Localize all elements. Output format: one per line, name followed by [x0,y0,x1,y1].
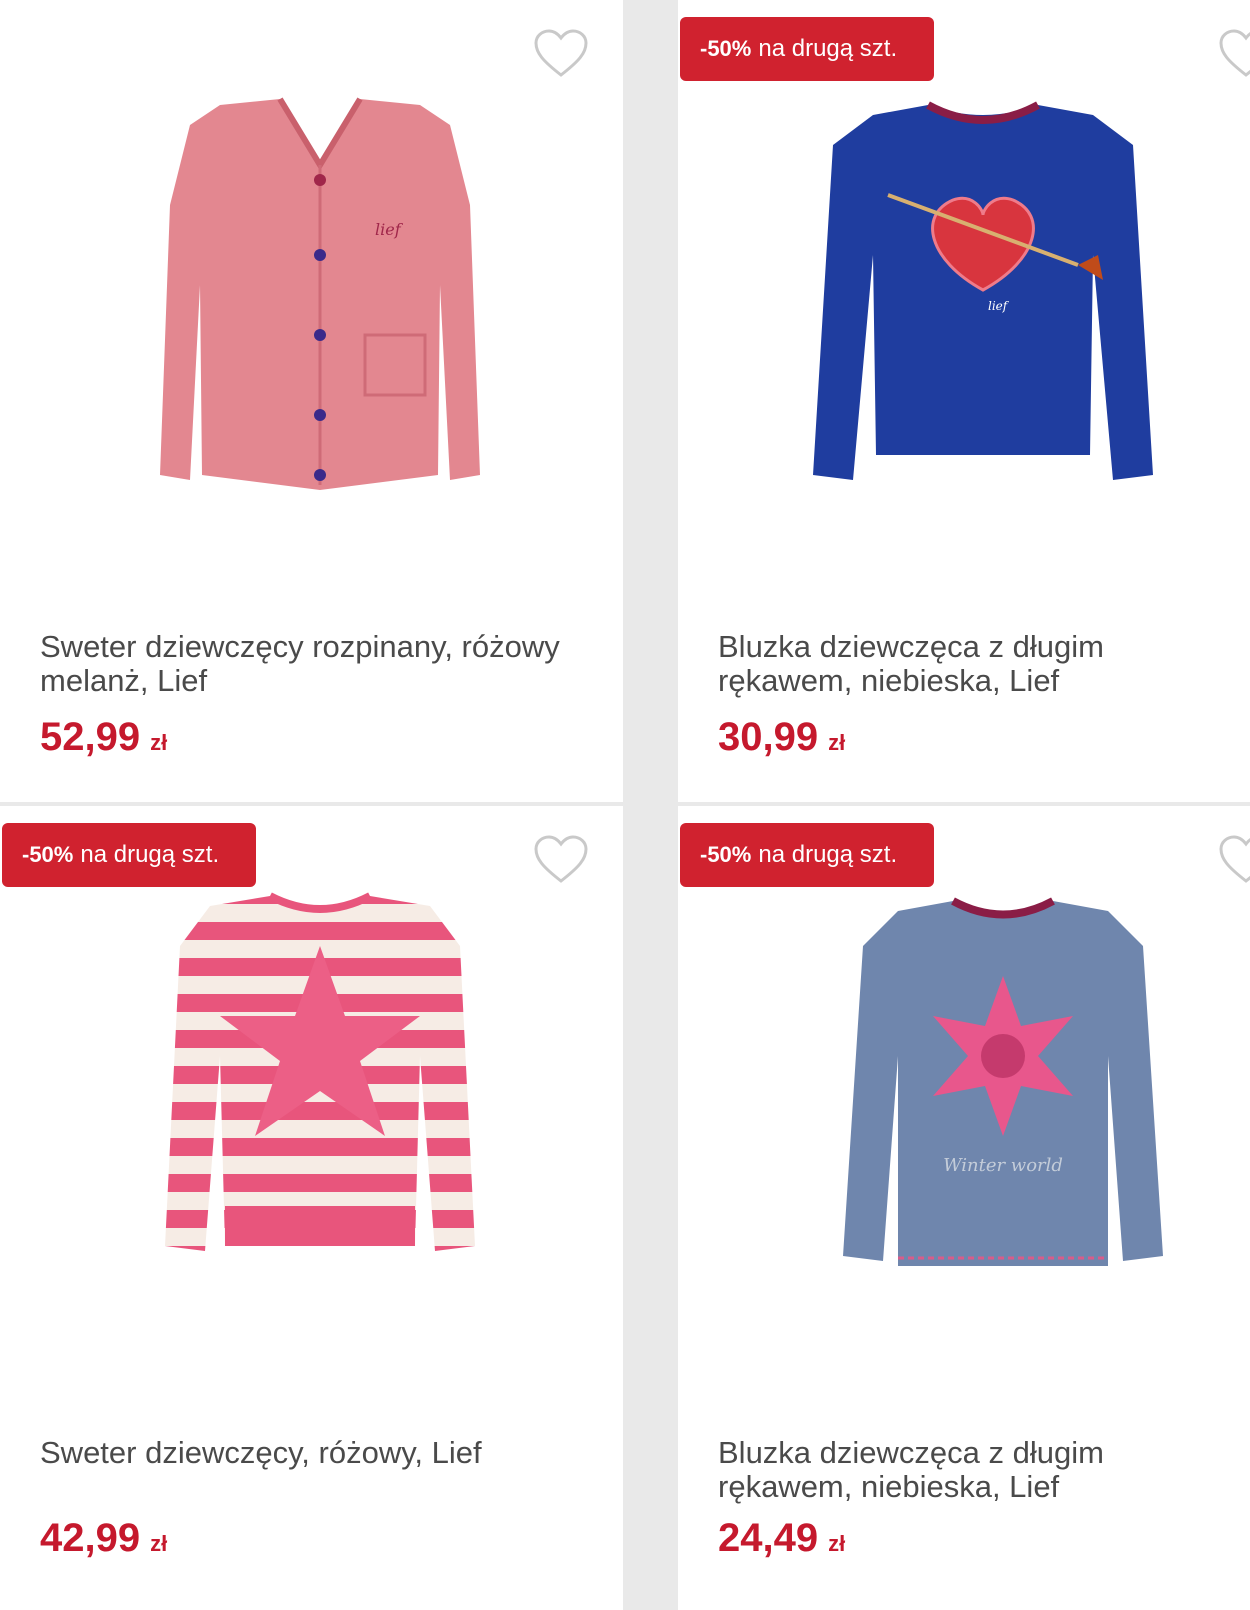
price-currency: zł [828,730,846,755]
product-price: 52,99 zł [40,715,167,760]
promo-badge-percent: -50% [22,842,74,867]
product-card[interactable]: -50% na drugą szt. Winter world Bluzka d… [678,806,1250,1610]
product-price: 42,99 zł [40,1516,167,1561]
promo-badge: -50% na drugą szt. [680,17,934,81]
promo-badge-percent: -50% [700,842,752,867]
product-title[interactable]: Sweter dziewczęcy rozpinany, różowy mela… [40,630,580,698]
product-image-heart-sweatshirt[interactable]: lief [778,85,1188,515]
product-price: 24,49 zł [718,1516,845,1561]
promo-badge-text: na drugą szt. [758,841,898,868]
product-price: 30,99 zł [718,715,845,760]
price-currency: zł [828,1531,846,1556]
product-image-striped-sweater[interactable] [130,886,510,1286]
promo-badge-text: na drugą szt. [80,841,220,868]
product-title[interactable]: Bluzka dziewczęca z długim rękawem, nieb… [718,630,1218,698]
price-currency: zł [150,730,168,755]
product-card[interactable]: -50% na drugą szt. Sweter dziewczęcy, ró… [0,806,623,1610]
svg-text:lief: lief [988,299,1010,313]
product-title[interactable]: Sweter dziewczęcy, różowy, Lief [40,1436,580,1470]
price-value: 24,49 [718,1516,819,1560]
product-card[interactable]: -50% na drugą szt. lief Bluzka dziewczęc… [678,0,1250,802]
wishlist-heart-icon[interactable] [533,834,589,886]
promo-badge-percent: -50% [700,36,752,61]
price-value: 42,99 [40,1516,141,1560]
product-grid: lief Sweter dziewczęcy rozpinany, różowy… [0,0,1250,1610]
promo-badge: -50% na drugą szt. [680,823,934,887]
product-image-cardigan[interactable]: lief [120,85,520,515]
promo-badge: -50% na drugą szt. [2,823,256,887]
wishlist-heart-icon[interactable] [1218,28,1250,80]
product-image-snowflake-top[interactable]: Winter world [798,886,1208,1306]
print-text: Winter world [943,1155,1063,1176]
price-currency: zł [150,1531,168,1556]
price-value: 52,99 [40,715,141,759]
price-value: 30,99 [718,715,819,759]
product-card[interactable]: lief Sweter dziewczęcy rozpinany, różowy… [0,0,623,802]
promo-badge-text: na drugą szt. [758,35,898,62]
wishlist-heart-icon[interactable] [1218,834,1250,886]
svg-text:lief: lief [375,220,404,239]
wishlist-heart-icon[interactable] [533,28,589,80]
product-title[interactable]: Bluzka dziewczęca z długim rękawem, nieb… [718,1436,1218,1504]
